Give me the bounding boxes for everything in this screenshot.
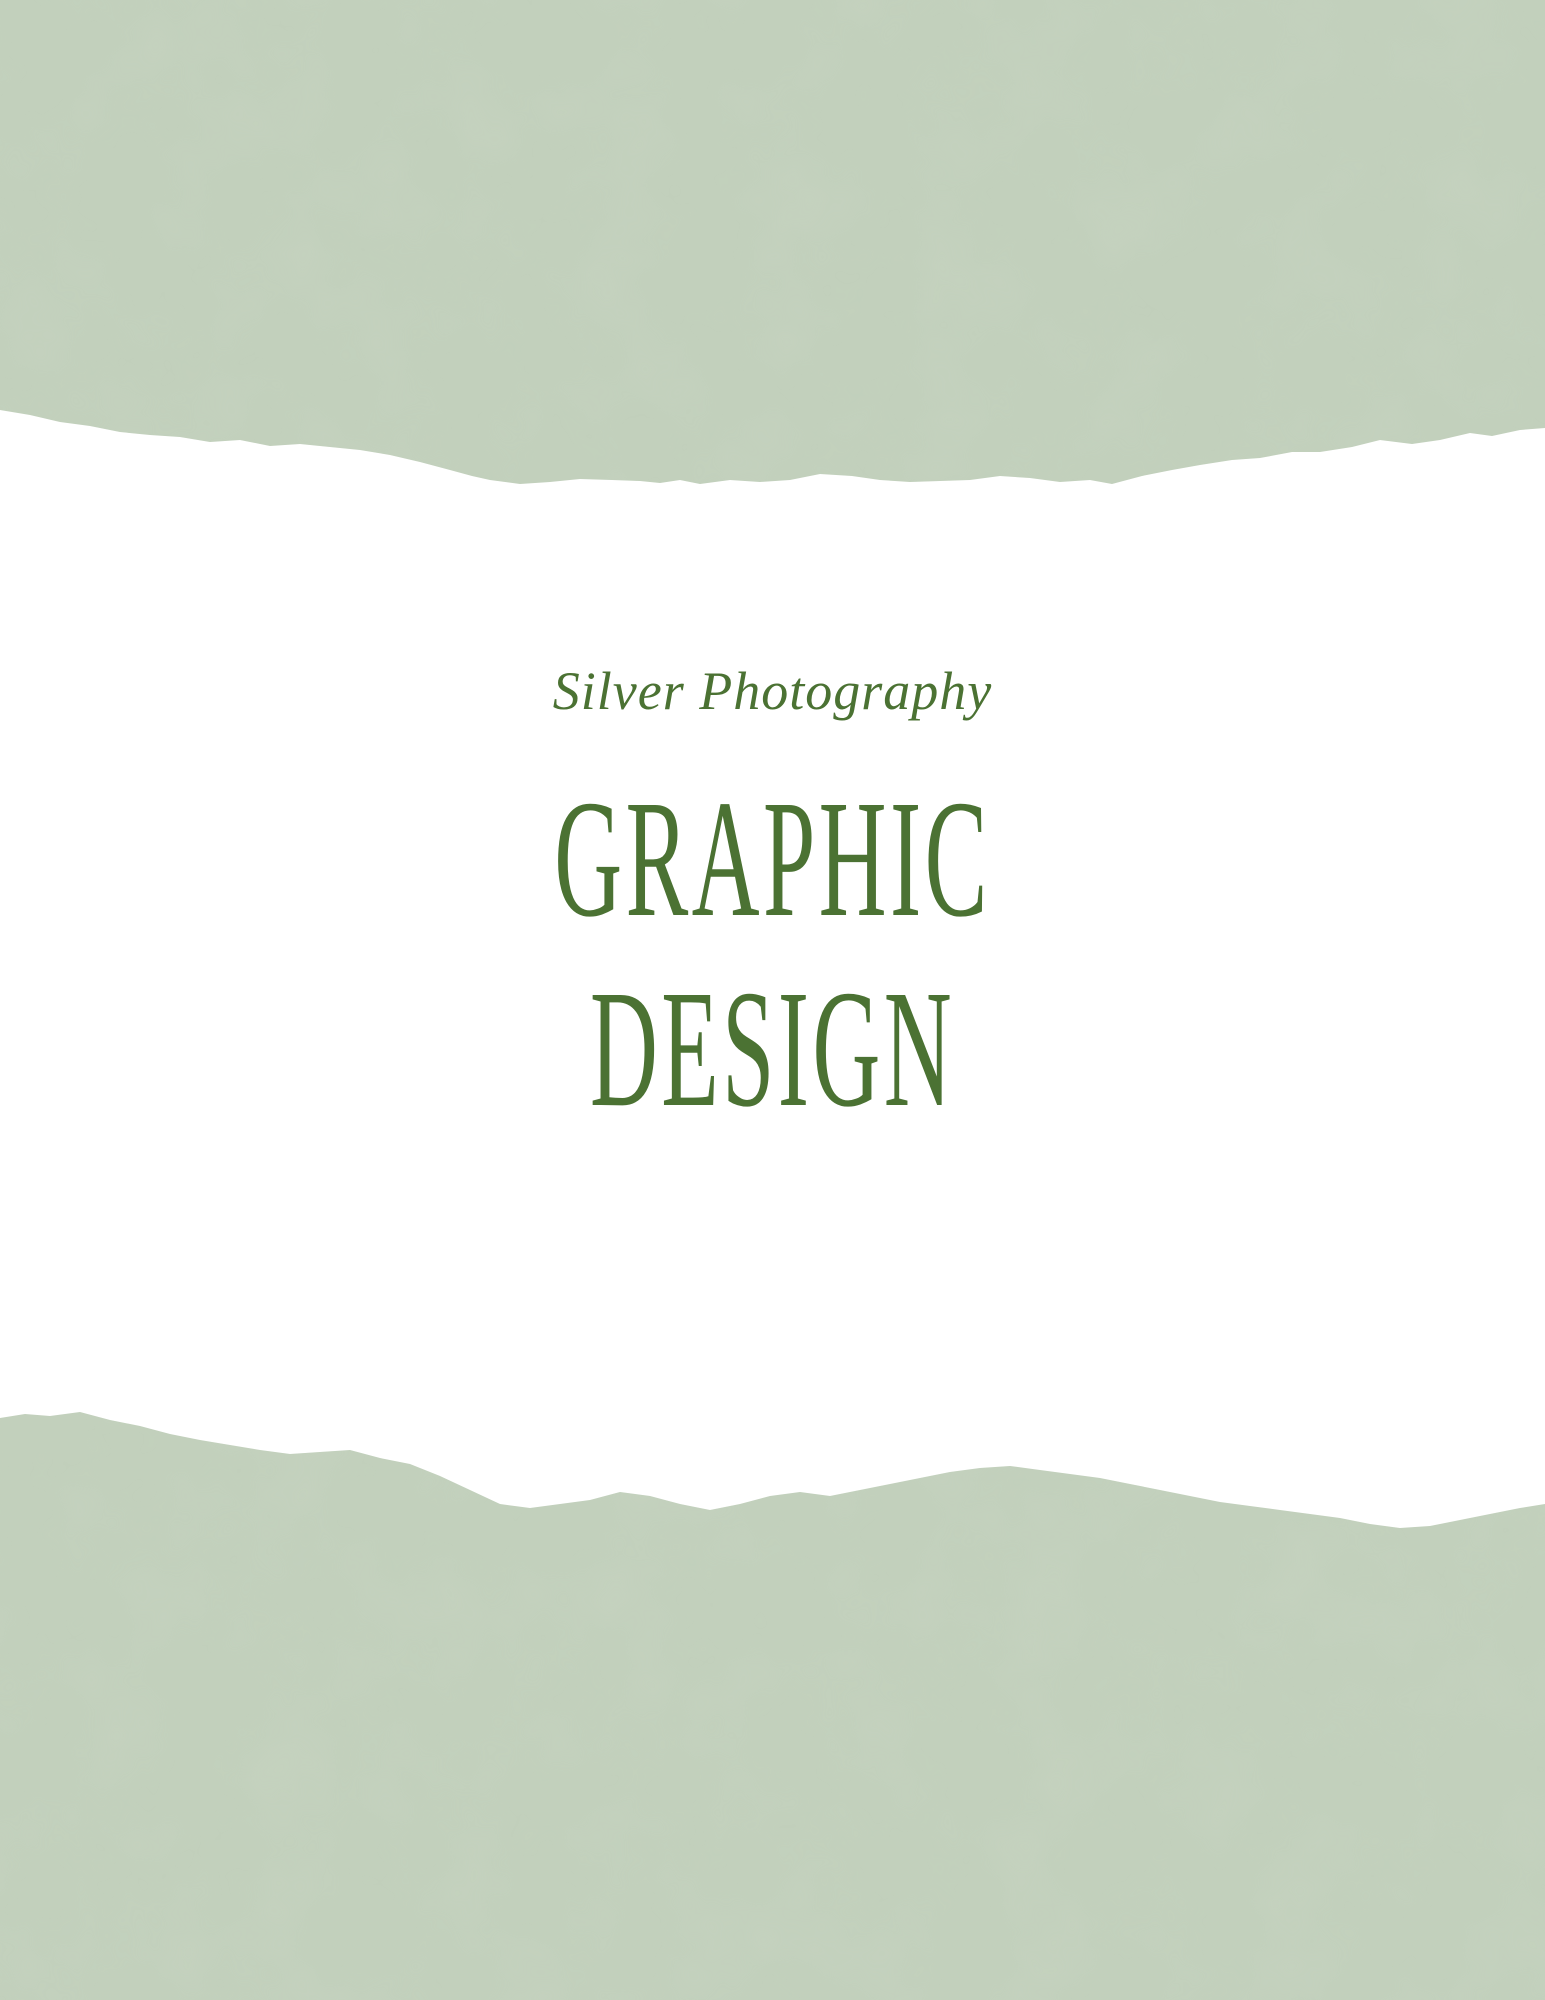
cover-text: Silver Photography GRAPHIC DESIGN xyxy=(0,640,1545,1144)
title-line-2: DESIGN xyxy=(589,956,956,1142)
cover-page: Silver Photography GRAPHIC DESIGN xyxy=(0,0,1545,2000)
subtitle: Silver Photography xyxy=(552,661,993,721)
torn-paper-bottom xyxy=(0,1400,1545,2000)
torn-paper-top xyxy=(0,0,1545,490)
title-line-1: GRAPHIC xyxy=(554,766,991,952)
